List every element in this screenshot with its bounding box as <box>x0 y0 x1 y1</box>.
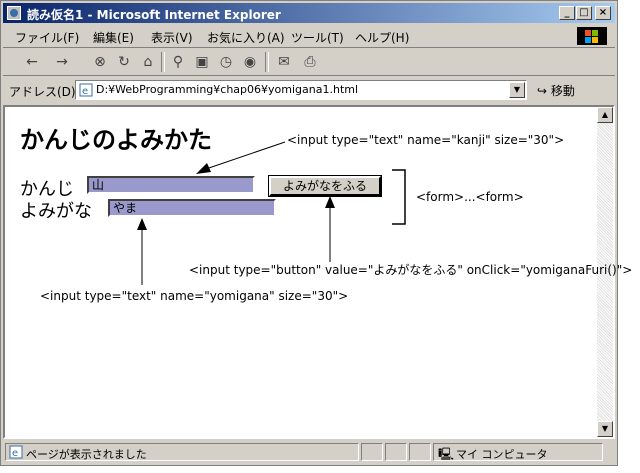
annotation-kanji-input: <input type="text" name="kanji" size="30… <box>287 133 565 147</box>
annotation-arrows <box>137 141 406 285</box>
annotation-button: <input type="button" value="よみがなをふる" onC… <box>189 263 633 277</box>
annotation-form: <form>...<form> <box>416 190 524 204</box>
annotation-yomigana-input: <input type="text" name="yomigana" size=… <box>40 289 349 303</box>
